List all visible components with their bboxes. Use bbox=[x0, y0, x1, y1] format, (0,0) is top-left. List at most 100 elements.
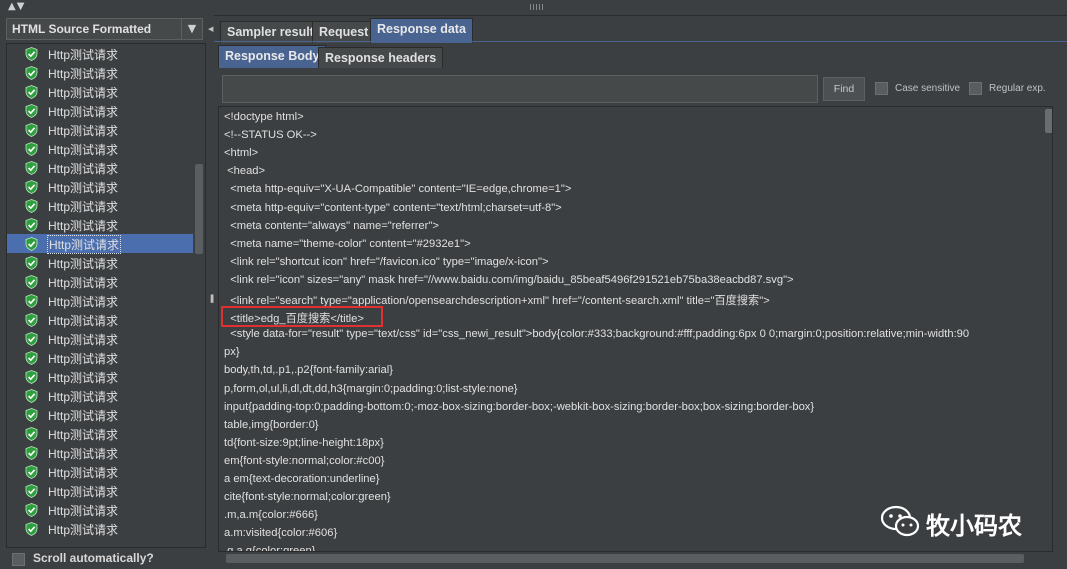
tree-item-label: Http测试请求 bbox=[48, 162, 119, 176]
tree-item[interactable]: Http测试请求 bbox=[7, 481, 193, 500]
wechat-icon bbox=[880, 505, 920, 537]
success-shield-icon bbox=[25, 484, 38, 498]
success-shield-icon bbox=[25, 104, 38, 118]
panel-splitter[interactable]: ◀ ▐ bbox=[207, 15, 214, 569]
tree-item[interactable]: Http测试请求 bbox=[7, 348, 193, 367]
code-line: p,form,ol,ul,li,dl,dt,dd,h3{margin:0;pad… bbox=[224, 382, 518, 395]
code-horizontal-scrollbar[interactable] bbox=[226, 554, 1024, 563]
success-shield-icon bbox=[25, 427, 38, 441]
success-shield-icon bbox=[25, 199, 38, 213]
find-button[interactable]: Find bbox=[823, 77, 865, 101]
code-line: table,img{border:0} bbox=[224, 418, 319, 431]
regular-exp-label: Regular exp. bbox=[989, 83, 1046, 94]
tree-item[interactable]: Http测试请求 bbox=[7, 234, 193, 254]
success-shield-icon bbox=[25, 351, 38, 365]
sampler-tree[interactable]: Http测试请求 Http测试请求 Http测试请求 Http测试请求 Http测试请求… bbox=[6, 43, 206, 548]
success-shield-icon bbox=[25, 161, 38, 175]
tree-item[interactable]: Http测试请求 bbox=[7, 44, 193, 63]
tree-item[interactable]: Http测试请求 bbox=[7, 272, 193, 291]
case-sensitive-checkbox[interactable] bbox=[875, 82, 888, 95]
code-vertical-scrollbar[interactable] bbox=[1045, 109, 1052, 133]
tab-sampler-result[interactable]: Sampler result bbox=[220, 21, 321, 43]
code-line: a.m:visited{color:#606} bbox=[224, 527, 338, 540]
tab-response-headers[interactable]: Response headers bbox=[318, 47, 444, 68]
title-highlight-box bbox=[221, 306, 383, 327]
code-line: <meta http-equiv="content-type" content=… bbox=[224, 201, 562, 214]
tree-item-label: Http测试请求 bbox=[48, 219, 119, 233]
tree-item-label: Http测试请求 bbox=[48, 143, 119, 157]
code-line: <meta http-equiv="X-UA-Compatible" conte… bbox=[224, 183, 572, 196]
tree-item[interactable]: Http测试请求 bbox=[7, 120, 193, 139]
response-body-text[interactable]: <!doctype html> <!--STATUS OK--> <html> <h… bbox=[218, 106, 1053, 552]
tree-item[interactable]: Http测试请求 bbox=[7, 253, 193, 272]
tree-item-label: Http测试请求 bbox=[48, 485, 119, 499]
code-line: <style data-for="result" type="text/css"… bbox=[224, 328, 970, 341]
success-shield-icon bbox=[25, 256, 38, 270]
tab-response-body[interactable]: Response Body bbox=[218, 45, 327, 68]
splitter-grip-icon[interactable] bbox=[530, 4, 544, 10]
tree-item[interactable]: Http测试请求 bbox=[7, 215, 193, 234]
case-sensitive-label: Case sensitive bbox=[895, 83, 961, 94]
tree-item[interactable]: Http测试请求 bbox=[7, 63, 193, 82]
tree-item[interactable]: Http测试请求 bbox=[7, 424, 193, 443]
tree-item[interactable]: Http测试请求 bbox=[7, 310, 193, 329]
code-line: cite{font-style:normal;color:green} bbox=[224, 491, 391, 504]
tree-item[interactable]: Http测试请求 bbox=[7, 519, 193, 538]
code-line: <link rel="icon" sizes="any" mask href="… bbox=[224, 273, 794, 286]
tree-item-label: Http测试请求 bbox=[48, 409, 119, 423]
chevron-down-icon[interactable]: ▼ bbox=[181, 19, 202, 39]
code-line: em{font-style:normal;color:#c00} bbox=[224, 454, 385, 467]
tree-item-label: Http测试请求 bbox=[48, 67, 119, 81]
tree-item[interactable]: Http测试请求 bbox=[7, 196, 193, 215]
tree-item-label: Http测试请求 bbox=[48, 181, 119, 195]
success-shield-icon bbox=[25, 275, 38, 289]
code-line: <head> bbox=[224, 165, 266, 178]
tab-response-data[interactable]: Response data bbox=[370, 18, 473, 43]
tree-item-label: Http测试请求 bbox=[48, 105, 119, 119]
code-line: <!doctype html> bbox=[224, 111, 304, 123]
tree-item[interactable]: Http测试请求 bbox=[7, 405, 193, 424]
tree-item-label: Http测试请求 bbox=[48, 352, 119, 366]
tree-item[interactable]: Http测试请求 bbox=[7, 443, 193, 462]
tree-item[interactable]: Http测试请求 bbox=[7, 386, 193, 405]
scroll-automatically-checkbox[interactable] bbox=[12, 553, 25, 566]
tree-item[interactable]: Http测试请求 bbox=[7, 367, 193, 386]
view-mode-dropdown[interactable]: HTML Source Formatted ▼ bbox=[6, 18, 203, 40]
code-line: input{padding-top:0;padding-bottom:0;-mo… bbox=[224, 400, 815, 413]
tree-item-label: Http测试请求 bbox=[47, 235, 122, 254]
code-line: .m,a.m{color:#666} bbox=[224, 509, 318, 522]
tree-item[interactable]: Http测试请求 bbox=[7, 82, 193, 101]
tree-item-label: Http测试请求 bbox=[48, 466, 119, 480]
regular-exp-checkbox[interactable] bbox=[969, 82, 982, 95]
success-shield-icon bbox=[25, 446, 38, 460]
splitter-handle-icon[interactable]: ▐ bbox=[208, 295, 213, 303]
tab-request[interactable]: Request bbox=[312, 21, 376, 43]
tree-item-label: Http测试请求 bbox=[48, 86, 119, 100]
tree-item-label: Http测试请求 bbox=[48, 257, 119, 271]
success-shield-icon bbox=[25, 294, 38, 308]
success-shield-icon bbox=[25, 389, 38, 403]
code-line: px} bbox=[224, 346, 240, 359]
tree-item[interactable]: Http测试请求 bbox=[7, 462, 193, 481]
tree-item[interactable]: Http测试请求 bbox=[7, 177, 193, 196]
tree-item-label: Http测试请求 bbox=[48, 124, 119, 138]
tree-item[interactable]: Http测试请求 bbox=[7, 101, 193, 120]
tree-scrollbar[interactable] bbox=[195, 164, 203, 254]
tree-item[interactable]: Http测试请求 bbox=[7, 500, 193, 519]
tree-item-label: Http测试请求 bbox=[48, 314, 119, 328]
code-line: body,th,td,.p1,.p2{font-family:arial} bbox=[224, 364, 393, 377]
top-toolbar: ▲▼ bbox=[0, 0, 1067, 16]
tree-item[interactable]: Http测试请求 bbox=[7, 329, 193, 348]
splitter-left-arrow-icon[interactable]: ◀ bbox=[208, 25, 213, 33]
tree-item[interactable]: Http测试请求 bbox=[7, 158, 193, 177]
success-shield-icon bbox=[25, 332, 38, 346]
search-input[interactable] bbox=[222, 75, 818, 103]
tree-item[interactable]: Http测试请求 bbox=[7, 139, 193, 158]
collapse-arrows-icon[interactable]: ▲▼ bbox=[8, 1, 25, 12]
code-line: a em{text-decoration:underline} bbox=[224, 473, 380, 485]
code-line: .g,a.g{color:green} bbox=[224, 545, 316, 552]
tree-item-label: Http测试请求 bbox=[48, 390, 119, 404]
success-shield-icon bbox=[25, 237, 38, 251]
tree-item[interactable]: Http测试请求 bbox=[7, 291, 193, 310]
results-detail-panel: Sampler result Request Response data Res… bbox=[214, 15, 1067, 569]
